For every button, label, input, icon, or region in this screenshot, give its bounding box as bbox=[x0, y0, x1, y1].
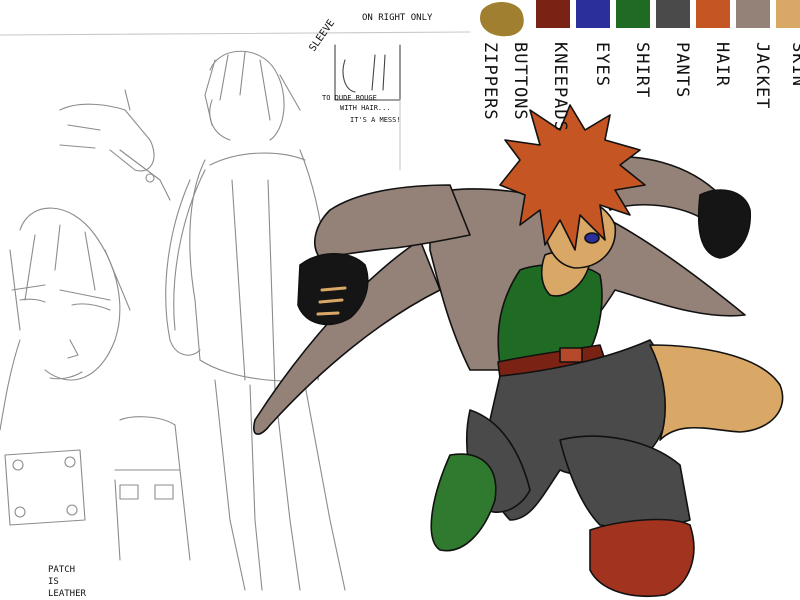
character-illustration bbox=[253, 104, 784, 598]
swatch-kneepads bbox=[536, 0, 570, 28]
label-kneepads: KNEEPADS bbox=[550, 42, 570, 132]
label-jacket: JACKET bbox=[752, 42, 772, 110]
label-zippers: ZIPPERS bbox=[480, 42, 500, 121]
right-glove bbox=[697, 189, 751, 259]
label-skin: SKIN bbox=[788, 42, 800, 87]
swatch-hair bbox=[696, 0, 730, 28]
color-palette: ZIPPERS BUTTONS KNEEPADS EYES SHIRT PANT… bbox=[0, 0, 800, 140]
swatch-jacket bbox=[736, 0, 770, 28]
thigh-skin bbox=[649, 344, 784, 441]
note-patch-1: PATCH bbox=[48, 565, 75, 575]
shoe bbox=[430, 453, 497, 552]
note-patch-2: IS bbox=[48, 577, 59, 587]
swatch-shirt bbox=[616, 0, 650, 28]
label-hair: HAIR bbox=[712, 42, 732, 87]
label-eyes: EYES bbox=[592, 42, 612, 87]
label-pants: PANTS bbox=[672, 42, 692, 99]
kneepad bbox=[589, 518, 695, 598]
label-shirt: SHIRT bbox=[632, 42, 652, 99]
eye bbox=[584, 232, 600, 244]
pants-lower-leg bbox=[559, 435, 691, 530]
swatch-skin bbox=[776, 0, 800, 28]
label-buttons: BUTTONS bbox=[510, 42, 530, 121]
belt-buckle bbox=[559, 347, 583, 363]
note-patch-3: LEATHER bbox=[48, 589, 87, 599]
swatch-pants bbox=[656, 0, 690, 28]
swatch-eyes bbox=[576, 0, 610, 28]
